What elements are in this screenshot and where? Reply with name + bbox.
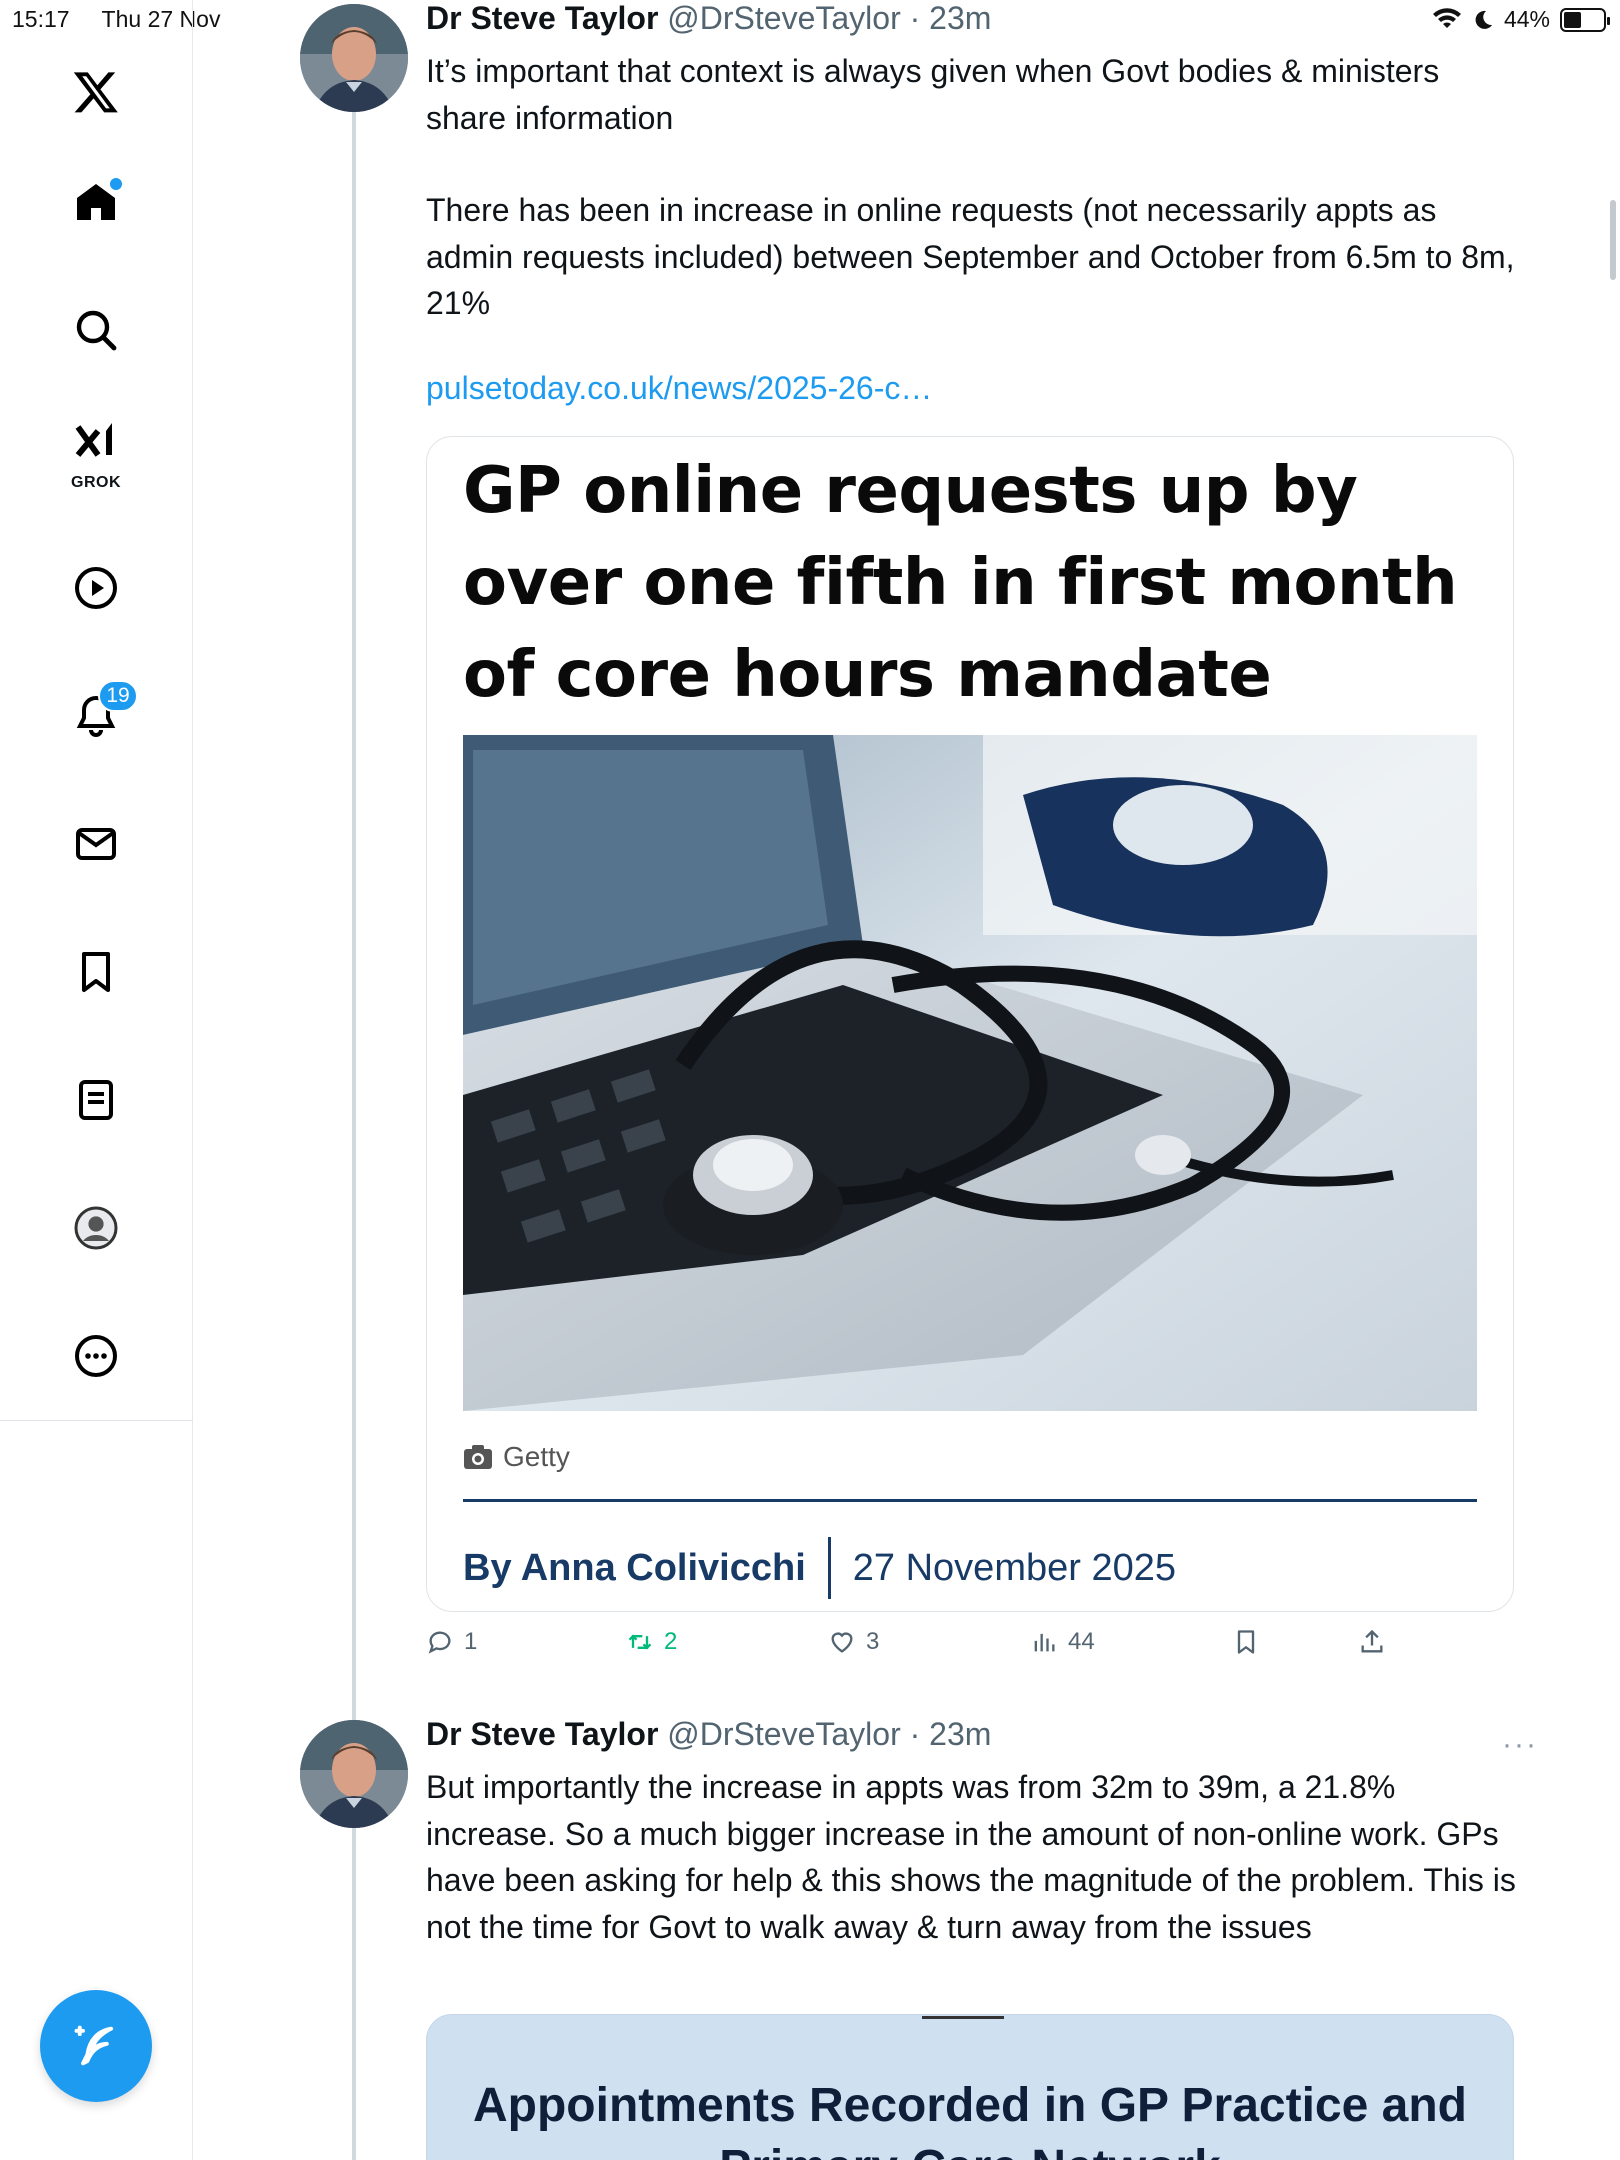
sidebar-item-video[interactable]: [62, 554, 130, 622]
sidebar-item-more[interactable]: [62, 1322, 130, 1390]
views-button[interactable]: 44: [1030, 1628, 1095, 1656]
views-icon: [1034, 1633, 1055, 1652]
tweet-paragraph: There has been in increase in online req…: [426, 192, 1515, 321]
tweet-actions: 1 2 3 44: [426, 1628, 1526, 1668]
wifi-icon: [1432, 7, 1461, 28]
reply-icon: [428, 1631, 451, 1654]
scrollbar[interactable]: [1610, 200, 1616, 280]
camera-icon: [464, 1445, 492, 1469]
reply-button[interactable]: 1: [426, 1628, 477, 1656]
tweet-header: Dr Steve Taylor @DrSteveTaylor · 23m: [426, 0, 991, 37]
tweet-paragraph: It’s important that context is always gi…: [426, 53, 1440, 136]
heart-icon: [831, 1632, 853, 1653]
tweet-text: It’s important that context is always gi…: [426, 48, 1516, 373]
chart-card[interactable]: Appointments Recorded in GP Practice and…: [426, 2014, 1514, 2160]
share-icon: [1361, 1629, 1383, 1653]
more-options-button[interactable]: ···: [1502, 1728, 1538, 1762]
tweet-time: 23m: [929, 0, 992, 36]
battery-percent: 44%: [1503, 6, 1550, 32]
views-count: 44: [1068, 1628, 1095, 1655]
reply-count: 1: [464, 1628, 478, 1655]
battery-icon: [1560, 7, 1610, 32]
tweet-time: 23m: [929, 1716, 992, 1752]
profile-icon: [74, 1206, 118, 1250]
card-date: 27 November 2025: [852, 1546, 1176, 1589]
author-name[interactable]: Dr Steve Taylor: [426, 0, 658, 36]
avatar[interactable]: [300, 1720, 408, 1828]
sidebar-item-bookmarks[interactable]: [62, 938, 130, 1006]
avatar[interactable]: [300, 4, 408, 112]
retweet-count: 2: [664, 1628, 678, 1655]
compose-icon: [74, 2025, 114, 2066]
header-separator: ·: [909, 0, 921, 36]
like-count: 3: [866, 1628, 880, 1655]
author-handle[interactable]: @DrSteveTaylor: [667, 0, 900, 36]
card-byline: By Anna Colivicchi 27 November 2025: [463, 1537, 1176, 1599]
author-name[interactable]: Dr Steve Taylor: [426, 1716, 658, 1752]
bookmark-icon: [82, 952, 110, 992]
notifications-badge: 19: [98, 680, 138, 712]
header-separator: ·: [909, 1716, 921, 1752]
compose-button[interactable]: [40, 1990, 152, 2102]
article-link[interactable]: pulsetoday.co.uk/news/2025-26-c…: [426, 370, 932, 407]
bookmark-icon: [1237, 1630, 1255, 1654]
list-icon: [79, 1080, 113, 1120]
card-divider: [463, 1499, 1477, 1502]
sidebar-item-home[interactable]: [62, 168, 130, 236]
sidebar: GROK 19: [0, 0, 193, 2160]
credit-text: Getty: [503, 1441, 570, 1472]
mail-icon: [76, 828, 116, 860]
sidebar-divider: [0, 1420, 193, 1421]
like-button[interactable]: 3: [828, 1628, 879, 1656]
play-icon: [75, 567, 117, 609]
retweet-button[interactable]: 2: [626, 1628, 677, 1656]
card-headline: GP online requests up by over one fifth …: [463, 454, 1458, 712]
retweet-icon: [628, 1634, 652, 1650]
home-notification-dot: [110, 178, 122, 190]
status-bar-right: 44%: [1432, 6, 1610, 33]
share-button[interactable]: [1358, 1628, 1386, 1656]
card-image: [463, 735, 1477, 1411]
grok-label: GROK: [71, 474, 121, 491]
thread-line: [352, 110, 356, 2160]
sidebar-item-notifications[interactable]: 19: [62, 680, 138, 750]
sidebar-item-profile[interactable]: [62, 1194, 130, 1262]
card-drag-handle: [922, 2016, 1004, 2019]
more-icon: [75, 1335, 117, 1377]
sidebar-item-grok[interactable]: GROK: [62, 418, 130, 491]
byline-separator: [827, 1537, 831, 1599]
moon-icon: [1475, 10, 1492, 29]
sidebar-item-search[interactable]: [62, 296, 130, 364]
tweet-text: But importantly the increase in appts wa…: [426, 1769, 1516, 1945]
author-handle[interactable]: @DrSteveTaylor: [667, 1716, 900, 1752]
chart-card-title: Appointments Recorded in GP Practice and…: [473, 2079, 1467, 2160]
card-author: By Anna Colivicchi: [463, 1546, 806, 1589]
bookmark-button[interactable]: [1232, 1628, 1260, 1656]
sidebar-item-lists[interactable]: [62, 1066, 130, 1134]
search-icon: [76, 310, 117, 351]
x-logo-icon[interactable]: [62, 58, 130, 126]
grok-icon: [75, 423, 112, 457]
image-credit: Getty: [463, 1441, 570, 1473]
link-card[interactable]: GP online requests up by over one fifth …: [426, 436, 1514, 1612]
tweet-header: Dr Steve Taylor @DrSteveTaylor · 23m: [426, 1716, 991, 1753]
sidebar-item-messages[interactable]: [62, 810, 130, 878]
